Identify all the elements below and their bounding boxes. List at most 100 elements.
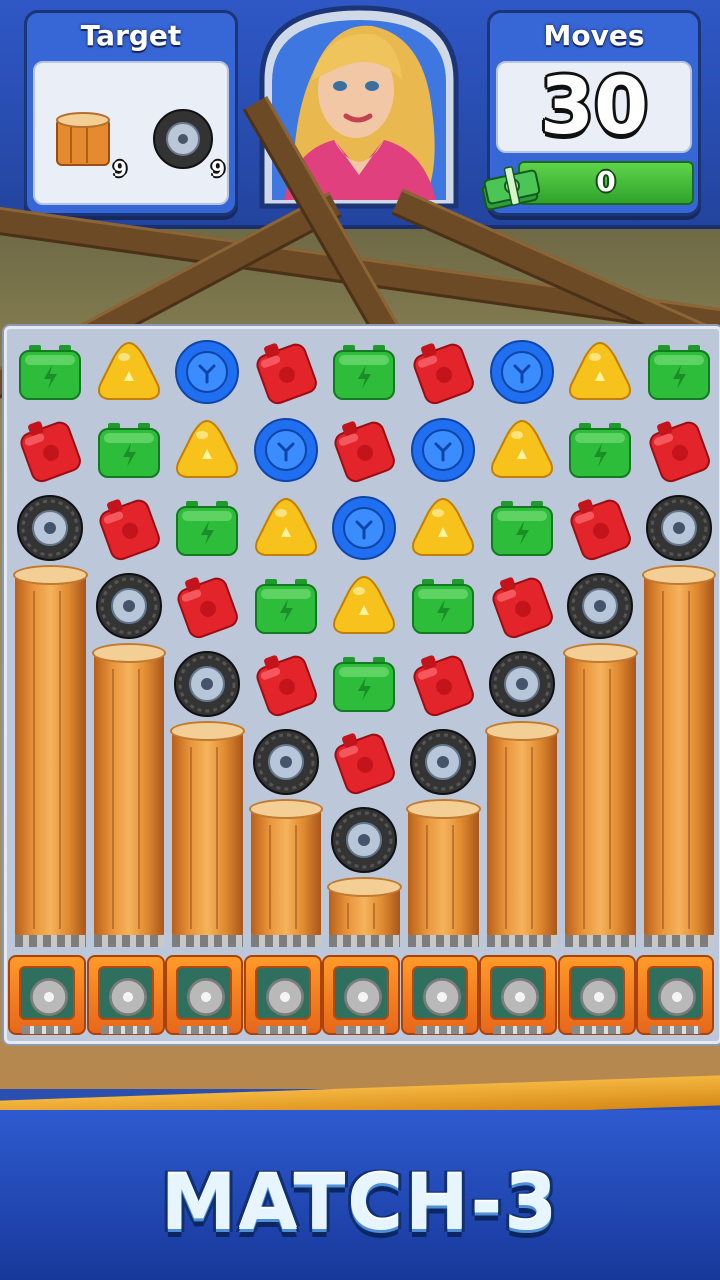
game-board <box>4 326 720 1044</box>
yellow-cone-piece[interactable] <box>408 493 486 571</box>
blue-disc-piece[interactable] <box>251 415 329 493</box>
green-battery-icon <box>569 423 632 478</box>
yellow-cone-icon <box>176 419 239 478</box>
saw-blade-machine <box>322 955 400 1035</box>
tire-piece[interactable] <box>487 649 565 727</box>
tire-piece[interactable] <box>94 571 172 649</box>
green-battery-icon <box>19 345 81 400</box>
saw-teeth <box>650 1026 700 1034</box>
red-canister-piece[interactable] <box>565 493 643 571</box>
tire-piece[interactable] <box>251 727 329 805</box>
red-canister-icon <box>334 733 396 795</box>
blue-disc-icon <box>411 418 475 482</box>
yellow-cone-icon <box>97 341 160 400</box>
saw-teeth <box>336 1026 386 1034</box>
log-column <box>170 721 245 947</box>
yellow-cone-icon <box>569 341 632 400</box>
red-canister-piece[interactable] <box>487 571 565 649</box>
saw-teeth <box>179 1026 229 1034</box>
red-canister-piece[interactable] <box>329 415 407 493</box>
saw-blade-icon <box>579 978 618 1016</box>
log-column <box>13 565 88 947</box>
blue-disc-icon <box>175 340 240 404</box>
tire-piece[interactable] <box>329 805 407 883</box>
log-column <box>327 877 402 947</box>
red-canister-icon <box>20 421 81 483</box>
moves-box: 30 <box>496 61 692 153</box>
yellow-cone-piece[interactable] <box>487 415 565 493</box>
tire-piece[interactable] <box>15 493 93 571</box>
red-canister-piece[interactable] <box>408 649 486 727</box>
green-battery-icon <box>490 501 553 556</box>
green-battery-piece[interactable] <box>644 337 720 415</box>
green-battery-piece[interactable] <box>487 493 565 571</box>
tire-icon <box>488 651 555 717</box>
red-canister-icon <box>256 343 317 405</box>
wood-grain <box>111 669 114 929</box>
target-panel: Target 9 9 <box>24 10 238 216</box>
green-battery-piece[interactable] <box>172 493 250 571</box>
green-battery-icon <box>333 345 396 400</box>
wood-grain <box>609 669 612 929</box>
saw-blade-machine <box>86 955 165 1035</box>
red-canister-piece[interactable] <box>94 493 172 571</box>
log-column <box>248 799 324 947</box>
red-canister-piece[interactable] <box>251 649 329 727</box>
moves-title: Moves <box>543 19 645 52</box>
blue-disc-icon <box>253 418 318 482</box>
tire-piece[interactable] <box>644 493 720 571</box>
blue-disc-piece[interactable] <box>487 337 565 415</box>
yellow-cone-piece[interactable] <box>251 493 329 571</box>
green-battery-piece[interactable] <box>251 571 329 649</box>
tire-piece[interactable] <box>565 571 643 649</box>
moves-counter: 30 <box>539 62 649 152</box>
green-battery-piece[interactable] <box>408 571 486 649</box>
red-canister-piece[interactable] <box>251 337 329 415</box>
red-canister-piece[interactable] <box>172 571 250 649</box>
red-canister-piece[interactable] <box>408 337 486 415</box>
log-column <box>641 565 717 947</box>
blue-disc-piece[interactable] <box>408 415 486 493</box>
red-canister-piece[interactable] <box>15 415 93 493</box>
blue-disc-piece[interactable] <box>172 337 250 415</box>
saw-blade-machine <box>243 955 322 1035</box>
log-column <box>91 643 167 947</box>
saw-window <box>97 966 154 1020</box>
green-battery-piece[interactable] <box>94 415 172 493</box>
green-battery-piece[interactable] <box>329 649 407 727</box>
saw-blade-machine <box>557 955 636 1035</box>
blue-disc-icon <box>332 496 397 560</box>
saw-blade-machine <box>400 955 479 1035</box>
green-battery-icon <box>254 579 317 634</box>
target-tire-count: 9 <box>211 157 225 181</box>
yellow-cone-piece[interactable] <box>329 571 407 649</box>
green-battery-piece[interactable] <box>15 337 93 415</box>
red-canister-piece[interactable] <box>644 415 720 493</box>
yellow-cone-icon <box>412 497 474 556</box>
log-column <box>406 799 481 947</box>
yellow-cone-piece[interactable] <box>172 415 250 493</box>
yellow-cone-icon <box>254 497 317 556</box>
yellow-cone-piece[interactable] <box>94 337 172 415</box>
saw-blade-icon <box>265 978 304 1016</box>
green-battery-piece[interactable] <box>565 415 643 493</box>
cash-stack-icon[interactable] <box>480 161 542 211</box>
yellow-cone-piece[interactable] <box>565 337 643 415</box>
blue-disc-icon <box>489 340 554 404</box>
green-battery-piece[interactable] <box>329 337 407 415</box>
coin-count: 0 <box>596 165 616 198</box>
saw-window <box>490 966 546 1020</box>
tire-piece[interactable] <box>172 649 250 727</box>
tire-piece[interactable] <box>408 727 486 805</box>
match3-title: MATCH-3 <box>160 1158 560 1247</box>
log-icon <box>56 112 110 166</box>
tire-icon <box>153 109 213 169</box>
coin-bar[interactable]: 0 <box>518 161 694 205</box>
wood-grain <box>137 669 140 929</box>
red-canister-piece[interactable] <box>329 727 407 805</box>
saw-teeth <box>22 1026 72 1034</box>
saw-window <box>254 966 311 1020</box>
saw-teeth <box>571 1026 622 1034</box>
top-hud: Target 9 9 Moves 30 0 <box>0 0 720 229</box>
blue-disc-piece[interactable] <box>329 493 407 571</box>
